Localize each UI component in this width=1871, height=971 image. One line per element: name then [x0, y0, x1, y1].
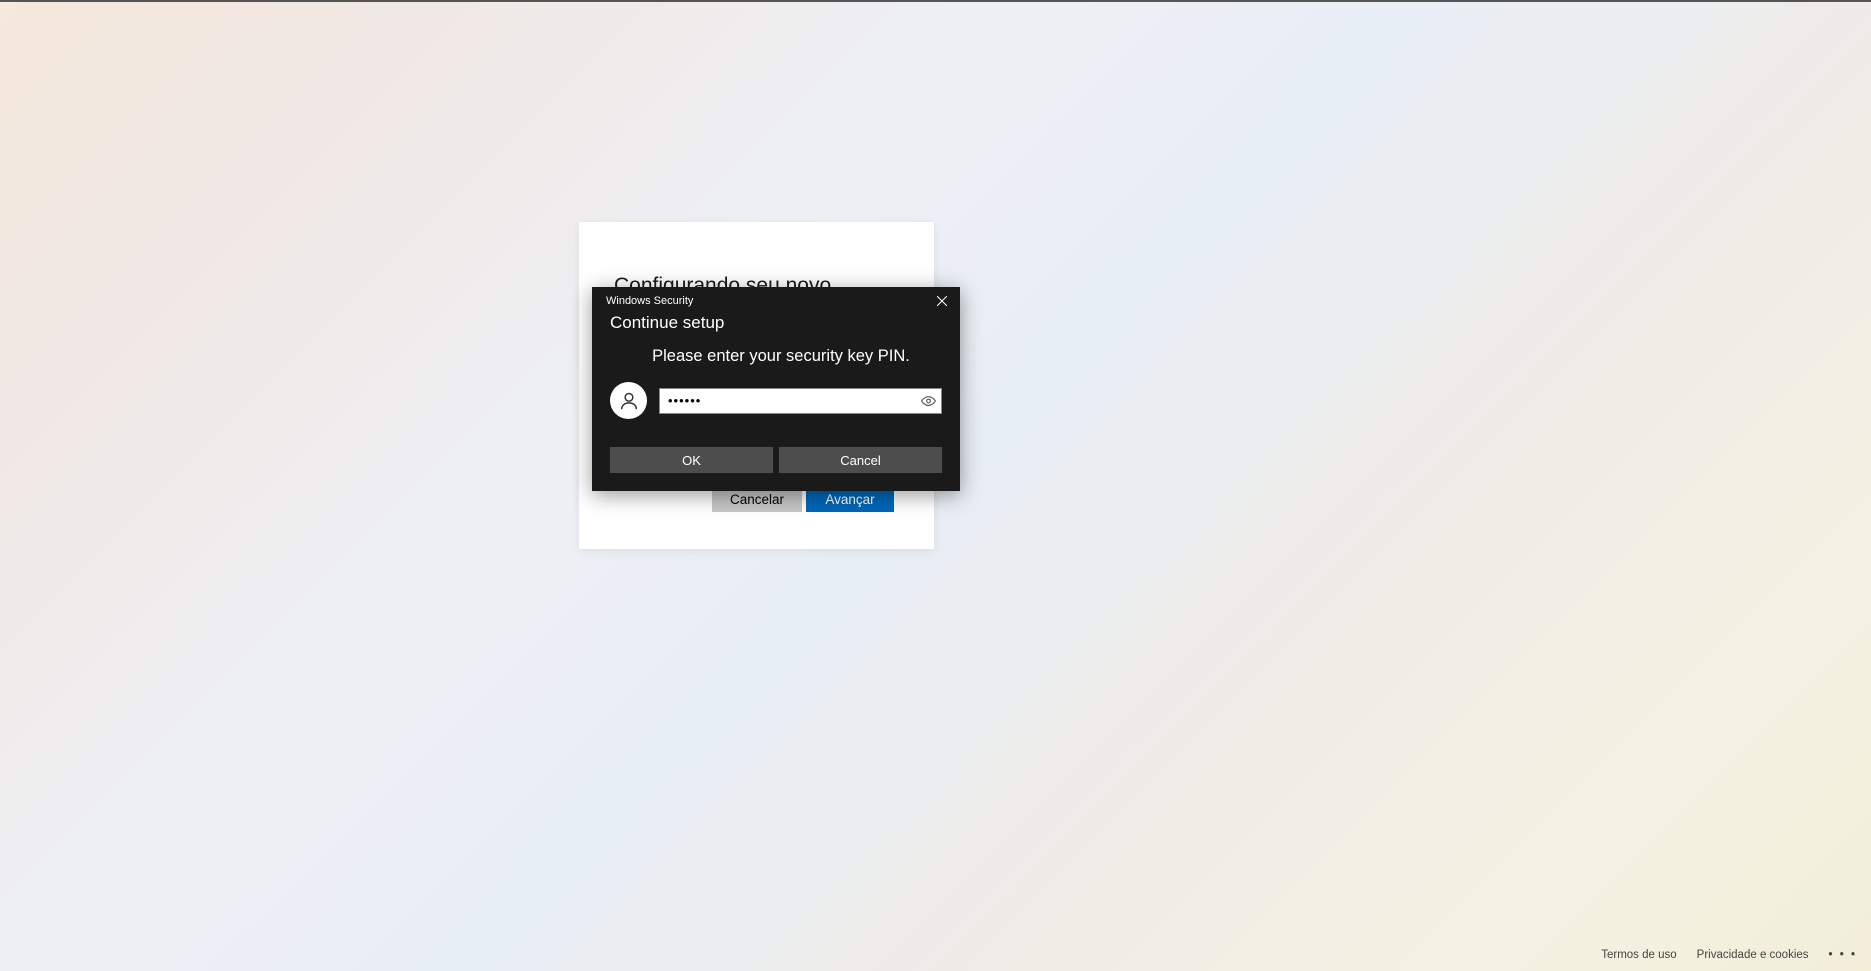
dialog-titlebar: Windows Security — [592, 287, 960, 315]
terms-link[interactable]: Termos de uso — [1601, 949, 1676, 961]
pin-input[interactable] — [659, 388, 942, 414]
pin-entry-row — [610, 382, 942, 419]
close-icon — [937, 296, 947, 306]
user-avatar-circle — [610, 382, 647, 419]
close-button[interactable] — [924, 287, 960, 315]
reveal-password-button[interactable] — [921, 393, 936, 408]
dialog-button-row: OK Cancel — [610, 447, 942, 473]
dialog-heading: Continue setup — [610, 313, 942, 333]
footer-links: Termos de uso Privacidade e cookies • • … — [1601, 949, 1857, 961]
cancel-dialog-button[interactable]: Cancel — [779, 447, 942, 473]
pin-input-wrapper — [659, 388, 942, 414]
dialog-body: Continue setup Please enter your securit… — [592, 313, 960, 489]
more-options[interactable]: • • • — [1829, 949, 1857, 961]
ok-button[interactable]: OK — [610, 447, 773, 473]
windows-security-dialog: Windows Security Continue setup Please e… — [592, 287, 960, 491]
eye-icon — [921, 393, 936, 408]
user-icon — [618, 390, 640, 412]
privacy-link[interactable]: Privacidade e cookies — [1697, 949, 1809, 961]
dialog-window-title: Windows Security — [606, 295, 693, 307]
dialog-instruction: Please enter your security key PIN. — [610, 347, 942, 366]
